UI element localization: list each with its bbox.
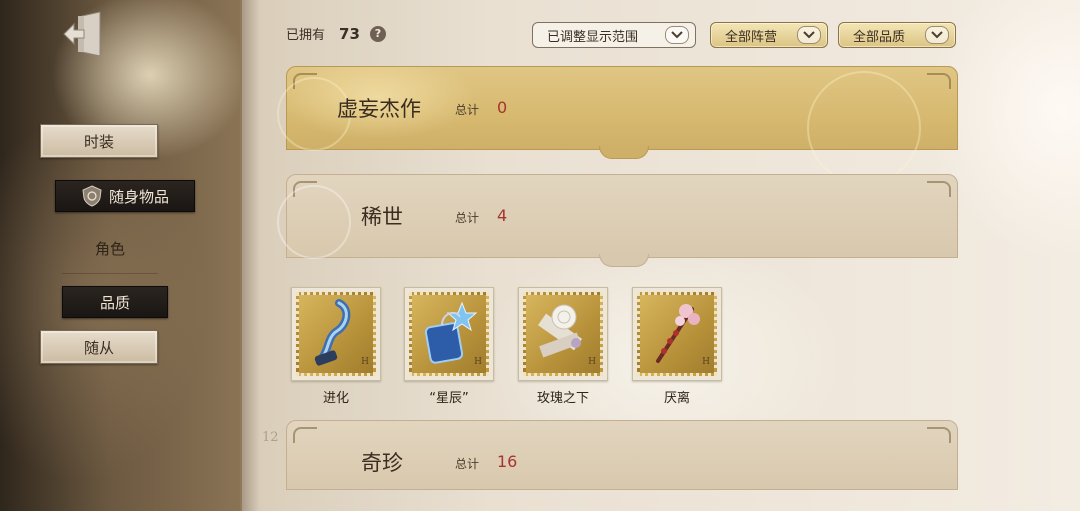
shield-icon: [81, 185, 103, 207]
ornament-ring: [277, 185, 351, 259]
chevron-down-icon: [665, 26, 689, 44]
ornament-corner: [293, 427, 317, 443]
section-notch: [599, 146, 649, 159]
sidebar: 时装 随身物品 角色 品质 随从: [0, 0, 240, 511]
dropdown-label: 全部阵营: [725, 29, 778, 45]
stamp-card: H: [409, 292, 489, 376]
section-total-count: 0: [497, 98, 508, 117]
sidebar-item-accessories[interactable]: 随身物品: [55, 180, 195, 212]
item-name: “星辰”: [429, 391, 469, 406]
item-frame: H: [404, 287, 494, 381]
collection-item[interactable]: H 进化: [291, 287, 385, 406]
section-masterpiece[interactable]: 虚妄杰作 总计 0: [277, 66, 958, 185]
section-curio[interactable]: 奇珍 总计 16: [286, 420, 958, 490]
sidebar-item-label: 品质: [99, 293, 130, 312]
page-edge-number: 12: [262, 430, 279, 445]
stamp-card: H: [637, 292, 717, 376]
item-frame: H: [518, 287, 608, 381]
section-total-label: 总计: [455, 103, 480, 117]
stamp-mark: H: [702, 357, 710, 367]
sidebar-divider: [62, 273, 158, 274]
sidebar-item-costume[interactable]: 时装: [40, 124, 158, 158]
section-total-count: 4: [497, 206, 508, 225]
section-title: 稀世: [361, 205, 403, 229]
section-notch: [599, 254, 649, 267]
section-title: 虚妄杰作: [337, 97, 421, 121]
owned-label: 已拥有: [286, 28, 326, 43]
stamp-mark: H: [474, 357, 482, 367]
item-frame: H: [291, 287, 381, 381]
collection-panel: 已拥有 73 ? 已调整显示范围 全部阵营 全部品质 虚妄杰作 总计 0 稀世 …: [240, 0, 1080, 511]
item-name: 厌离: [663, 391, 690, 406]
section-total-count: 16: [497, 452, 518, 471]
ornament-corner: [927, 427, 951, 443]
collection-item[interactable]: H 玫瑰之下: [518, 287, 612, 406]
dropdown-label: 全部品质: [853, 29, 906, 45]
sidebar-item-follower[interactable]: 随从: [40, 330, 158, 364]
chevron-down-icon: [797, 26, 821, 44]
section-title: 奇珍: [361, 451, 403, 475]
collection-item[interactable]: H “星辰”: [404, 287, 498, 406]
help-icon[interactable]: ?: [369, 25, 386, 42]
stamp-card: H: [296, 292, 376, 376]
quality-dropdown[interactable]: 全部品质: [838, 22, 956, 48]
stamp-card: H: [523, 292, 603, 376]
display-range-dropdown[interactable]: 已调整显示范围: [532, 22, 696, 48]
sidebar-item-label: 时装: [83, 132, 114, 151]
collection-item[interactable]: H 厌离: [632, 287, 726, 406]
chevron-down-icon: [925, 26, 949, 44]
dropdown-label: 已调整显示范围: [547, 29, 639, 45]
sidebar-item-label: 随身物品: [108, 187, 169, 206]
section-total-label: 总计: [455, 457, 480, 471]
stamp-mark: H: [588, 357, 596, 367]
sidebar-item-character[interactable]: 角色: [62, 235, 158, 261]
sidebar-item-label: 随从: [83, 338, 114, 357]
item-frame: H: [632, 287, 722, 381]
item-name: 进化: [322, 391, 349, 406]
owned-count: 73: [339, 24, 360, 43]
sidebar-item-quality[interactable]: 品质: [62, 286, 168, 318]
stamp-mark: H: [361, 357, 369, 367]
section-rare[interactable]: 稀世 总计 4: [277, 174, 958, 267]
section-total-label: 总计: [455, 211, 480, 225]
ornament-corner: [927, 73, 951, 89]
ornament-ring: [807, 71, 921, 185]
faction-dropdown[interactable]: 全部阵营: [710, 22, 828, 48]
owned-summary: 已拥有 73 ?: [286, 24, 386, 43]
sidebar-item-label: 角色: [94, 239, 125, 258]
exit-icon[interactable]: [60, 10, 110, 58]
ornament-corner: [927, 181, 951, 197]
item-name: 玫瑰之下: [536, 391, 589, 406]
